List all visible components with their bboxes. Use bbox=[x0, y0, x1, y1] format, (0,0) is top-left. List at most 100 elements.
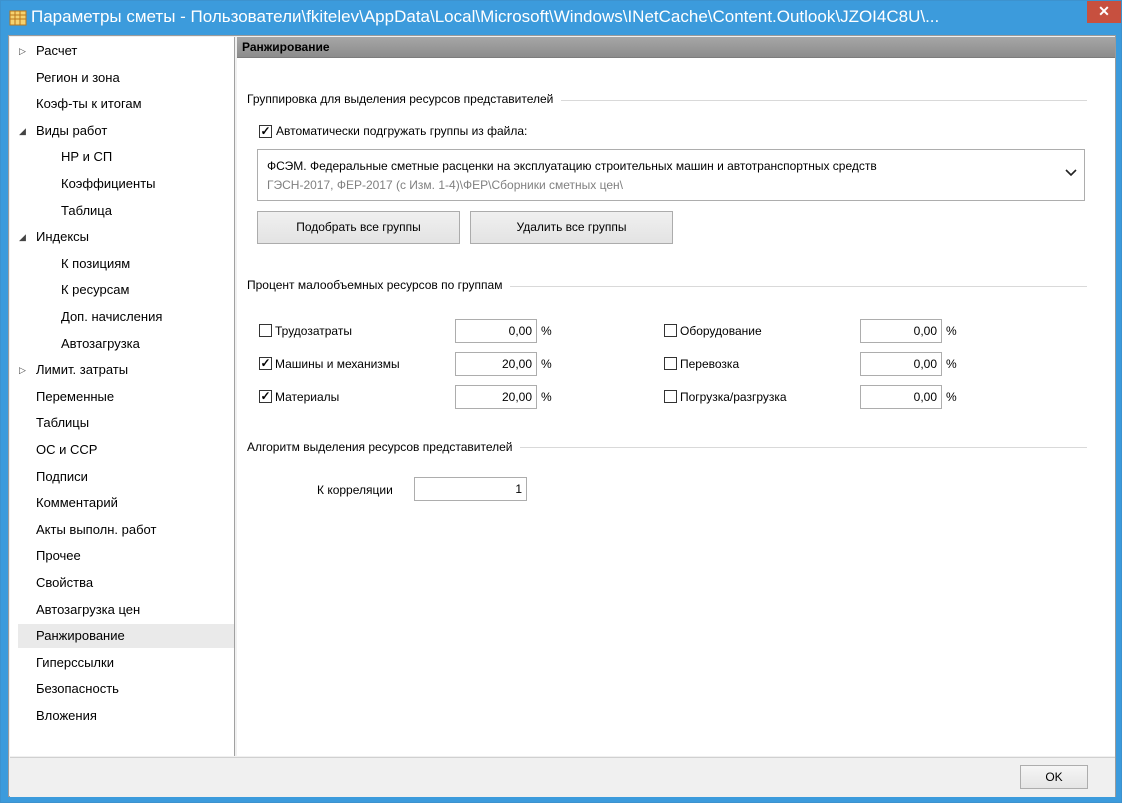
nav-item-label: Лимит. затраты bbox=[36, 362, 129, 378]
ranking-panel: Ранжирование Группировка для выделения р… bbox=[237, 37, 1115, 756]
percent-unit: % bbox=[541, 390, 552, 404]
percent-row-label: Перевозка bbox=[680, 357, 740, 371]
percent-unit: % bbox=[946, 357, 957, 371]
nav-item-label: НР и СП bbox=[61, 149, 113, 165]
percent-group-label: Процент малообъемных ресурсов по группам bbox=[247, 278, 511, 292]
nav-item[interactable]: Автозагрузка цен bbox=[10, 598, 232, 622]
nav-item-label: Прочее bbox=[36, 548, 81, 564]
nav-item[interactable]: Ранжирование bbox=[18, 624, 234, 649]
nav-item-label: Регион и зона bbox=[36, 69, 120, 85]
section-title: Ранжирование bbox=[242, 40, 330, 54]
percent-unit: % bbox=[946, 324, 957, 338]
nav-item[interactable]: Подписи bbox=[10, 465, 232, 489]
nav-item-label: Ранжирование bbox=[36, 628, 125, 644]
percent-row-checkbox[interactable] bbox=[664, 357, 677, 370]
nav-item[interactable]: Таблицы bbox=[10, 411, 232, 435]
nav-item-label: Переменные bbox=[36, 388, 115, 404]
collapse-arrow-icon[interactable]: ◢ bbox=[19, 225, 29, 249]
nav-item[interactable]: НР и СП bbox=[10, 145, 232, 169]
percent-row-checkbox[interactable] bbox=[259, 324, 272, 337]
check-icon: ✓ bbox=[260, 124, 271, 138]
nav-item-label: Свойства bbox=[36, 575, 94, 590]
percent-row-input[interactable]: 0,00 bbox=[455, 319, 537, 343]
check-icon: ✓ bbox=[260, 389, 271, 403]
nav-item-label: Доп. начисления bbox=[61, 309, 163, 324]
percent-row-checkbox[interactable]: ✓ bbox=[259, 357, 272, 370]
nav-item[interactable]: Регион и зона bbox=[10, 66, 232, 90]
percent-row-input[interactable]: 0,00 bbox=[860, 319, 942, 343]
nav-item[interactable]: Доп. начисления bbox=[10, 305, 232, 329]
settings-nav-tree[interactable]: ▷ Расчет Регион и зона Коэф-ты к итогам ◢ Вид… bbox=[10, 37, 235, 756]
chevron-down-icon bbox=[1065, 169, 1077, 177]
nav-item[interactable]: Свойства bbox=[10, 571, 232, 595]
collapse-arrow-icon[interactable]: ◢ bbox=[19, 119, 29, 143]
nav-item[interactable]: Прочее bbox=[10, 544, 232, 568]
nav-item[interactable]: ▷ Расчет bbox=[10, 39, 232, 63]
percent-row-label: Материалы bbox=[275, 390, 340, 404]
percent-row-checkbox[interactable]: ✓ bbox=[259, 390, 272, 403]
nav-item[interactable]: Коэф-ты к итогам bbox=[10, 92, 232, 116]
algorithm-group-label: Алгоритм выделения ресурсов представител… bbox=[247, 440, 521, 454]
percent-row-checkbox[interactable] bbox=[664, 390, 677, 403]
nav-item-label: Подписи bbox=[36, 468, 88, 484]
percent-row-label: Машины и механизмы bbox=[275, 357, 400, 371]
nav-item-label: Расчет bbox=[36, 43, 78, 58]
grouping-group-label: Группировка для выделения ресурсов предс… bbox=[247, 92, 562, 106]
nav-item[interactable]: Вложения bbox=[10, 704, 232, 728]
nav-item-label: Индексы bbox=[36, 229, 90, 245]
combo-sub-text: ГЭСН-2017, ФЕР-2017 (с Изм. 1-4)\ФЕР\Сбо… bbox=[267, 178, 623, 192]
auto-load-checkbox[interactable]: ✓ bbox=[259, 125, 272, 138]
percent-row-input[interactable]: 20,00 bbox=[455, 352, 537, 376]
dialog-footer: OK bbox=[10, 757, 1115, 797]
table-app-icon bbox=[9, 10, 27, 26]
title-bar[interactable]: Параметры сметы - Пользователи\fkitelev\… bbox=[1, 1, 1121, 35]
nav-item[interactable]: Акты выполн. работ bbox=[10, 518, 232, 542]
nav-item[interactable]: Комментарий bbox=[10, 491, 232, 515]
nav-item-label: ОС и ССР bbox=[36, 442, 98, 457]
check-icon: ✓ bbox=[260, 356, 271, 370]
nav-item-label: Автозагрузка bbox=[61, 335, 140, 351]
pick-all-groups-button[interactable]: Подобрать все группы bbox=[257, 211, 460, 244]
ok-button[interactable]: OK bbox=[1020, 765, 1088, 789]
dialog-client: ▷ Расчет Регион и зона Коэф-ты к итогам ◢ Вид… bbox=[8, 35, 1116, 797]
percent-row-checkbox[interactable] bbox=[664, 324, 677, 337]
nav-item[interactable]: Автозагрузка bbox=[10, 332, 232, 356]
expand-arrow-icon[interactable]: ▷ bbox=[19, 39, 29, 63]
percent-row-input[interactable]: 0,00 bbox=[860, 385, 942, 409]
nav-item[interactable]: Таблица bbox=[10, 199, 232, 223]
groups-file-combo[interactable]: ФСЭМ. Федеральные сметные расценки на эк… bbox=[257, 149, 1085, 201]
nav-item-label: Таблица bbox=[61, 202, 112, 218]
correlation-label: К корреляции bbox=[317, 483, 393, 497]
nav-item[interactable]: Гиперссылки bbox=[10, 651, 232, 675]
combo-main-text: ФСЭМ. Федеральные сметные расценки на эк… bbox=[267, 159, 877, 173]
nav-item-label: Таблицы bbox=[36, 415, 90, 431]
percent-row-label: Трудозатраты bbox=[275, 324, 352, 338]
nav-item[interactable]: Переменные bbox=[10, 385, 232, 409]
nav-item[interactable]: К ресурсам bbox=[10, 278, 232, 302]
percent-row-label: Оборудование bbox=[680, 324, 762, 338]
nav-item-label: Коэф-ты к итогам bbox=[36, 96, 142, 112]
percent-row-input[interactable]: 0,00 bbox=[860, 352, 942, 376]
section-header: Ранжирование bbox=[237, 37, 1115, 58]
expand-arrow-icon[interactable]: ▷ bbox=[19, 358, 29, 382]
close-button[interactable]: ✕ bbox=[1087, 1, 1121, 23]
options-window: Параметры сметы - Пользователи\fkitelev\… bbox=[0, 0, 1122, 803]
percent-row-input[interactable]: 20,00 bbox=[455, 385, 537, 409]
nav-item[interactable]: Коэффициенты bbox=[10, 172, 232, 196]
delete-all-groups-button[interactable]: Удалить все группы bbox=[470, 211, 673, 244]
nav-item-label: Вложения bbox=[36, 708, 97, 723]
correlation-input[interactable]: 1 bbox=[414, 477, 527, 501]
percent-row-label: Погрузка/разгрузка bbox=[680, 390, 787, 404]
nav-item[interactable]: ▷ Лимит. затраты bbox=[10, 358, 232, 382]
nav-item-label: Виды работ bbox=[36, 122, 108, 138]
nav-item[interactable]: Безопасность bbox=[10, 677, 232, 701]
nav-item-label: Гиперссылки bbox=[36, 654, 114, 670]
nav-item[interactable]: К позициям bbox=[10, 252, 232, 276]
percent-unit: % bbox=[541, 324, 552, 338]
nav-item[interactable]: ◢ Индексы bbox=[10, 225, 232, 249]
close-icon: ✕ bbox=[1098, 3, 1110, 19]
nav-item[interactable]: ◢ Виды работ bbox=[10, 119, 232, 143]
nav-item[interactable]: ОС и ССР bbox=[10, 438, 232, 462]
nav-item-label: К позициям bbox=[61, 255, 131, 271]
auto-load-label: Автоматически подгружать группы из файла… bbox=[276, 124, 528, 138]
